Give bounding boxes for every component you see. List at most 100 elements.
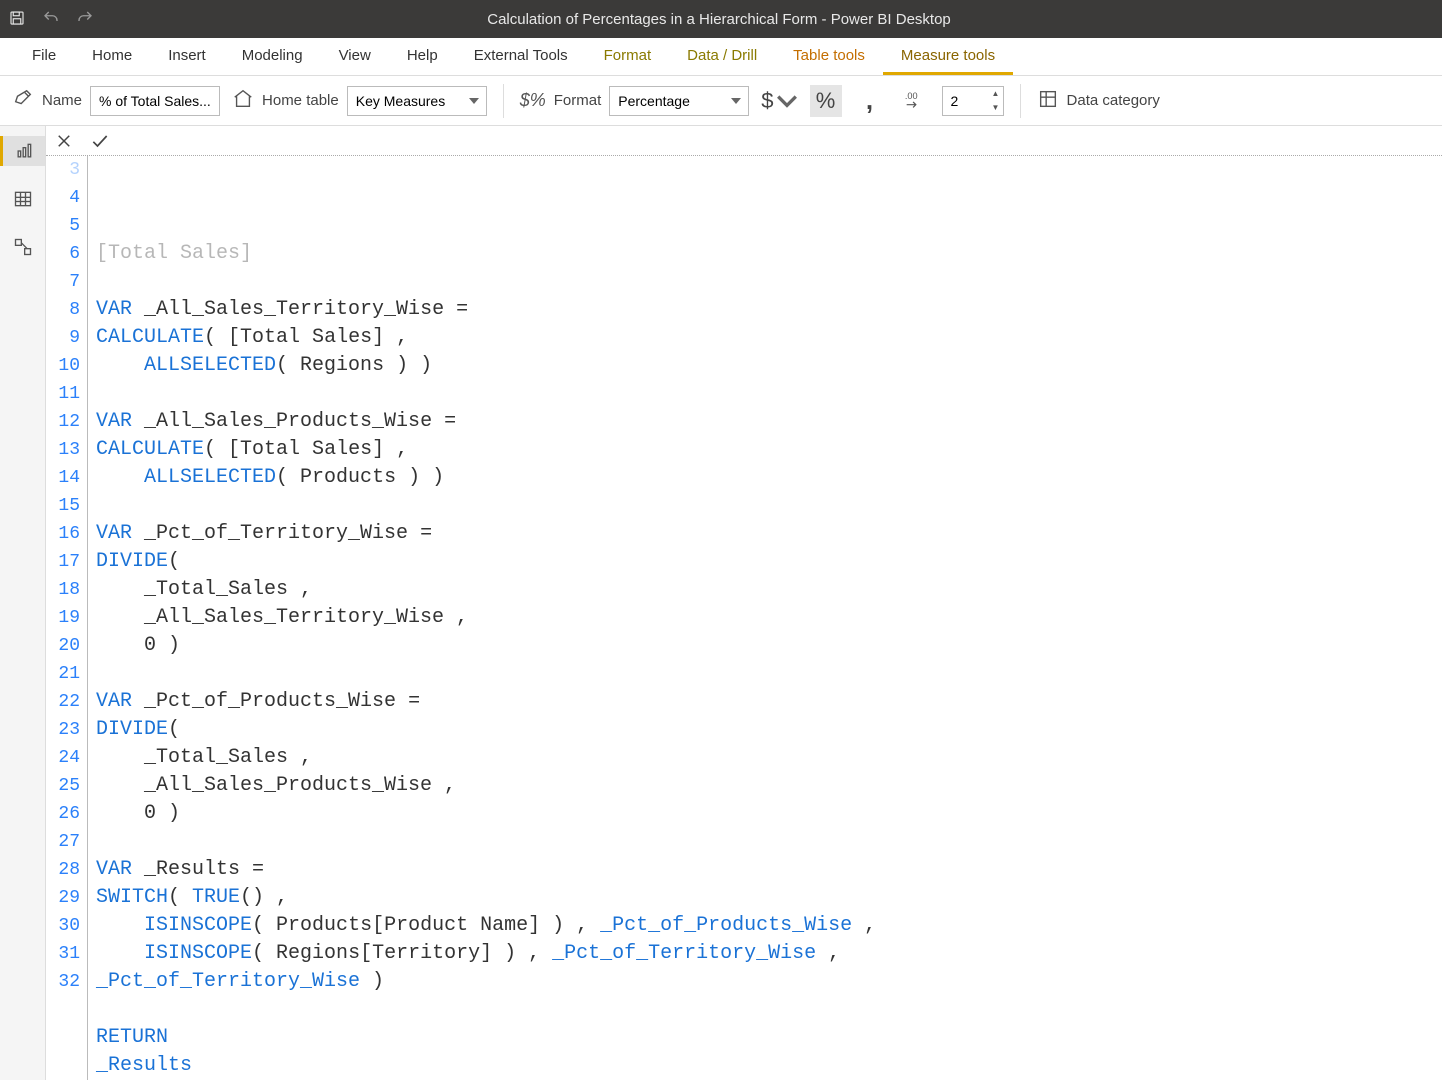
comma-button[interactable]: , — [854, 85, 886, 117]
window-title: Calculation of Percentages in a Hierarch… — [94, 11, 1344, 28]
decimals-input[interactable] — [943, 87, 989, 115]
tab-help[interactable]: Help — [389, 38, 456, 75]
tab-format[interactable]: Format — [586, 38, 670, 75]
code-line[interactable]: DIVIDE( — [96, 548, 1442, 576]
measure-name-icon — [12, 88, 34, 113]
svg-text:.00: .00 — [904, 91, 917, 101]
line-number: 16 — [46, 520, 80, 548]
report-view-icon[interactable] — [0, 136, 45, 166]
line-number: 32 — [46, 968, 80, 996]
dax-editor[interactable]: 3456789101112131415161718192021222324252… — [46, 156, 1442, 1080]
line-number: 12 — [46, 408, 80, 436]
tab-data-drill[interactable]: Data / Drill — [669, 38, 775, 75]
code-line[interactable]: _Pct_of_Territory_Wise ) — [96, 968, 1442, 996]
percent-button[interactable]: % — [810, 85, 842, 117]
ribbon-content: Name Home table Key Measures $% Format P… — [0, 76, 1442, 126]
line-number: 5 — [46, 212, 80, 240]
code-line[interactable]: RETURN — [96, 1024, 1442, 1052]
line-number: 7 — [46, 268, 80, 296]
tab-insert[interactable]: Insert — [150, 38, 224, 75]
tab-home[interactable]: Home — [74, 38, 150, 75]
tab-file[interactable]: File — [14, 38, 74, 75]
format-select[interactable]: Percentage — [609, 86, 749, 116]
code-line[interactable] — [96, 996, 1442, 1024]
tab-modeling[interactable]: Modeling — [224, 38, 321, 75]
main-area: 3456789101112131415161718192021222324252… — [0, 126, 1442, 1080]
ribbon-divider — [503, 84, 504, 118]
code-line[interactable]: CALCULATE( [Total Sales] , — [96, 324, 1442, 352]
decimals-spinner[interactable]: ▲ ▼ — [942, 86, 1004, 116]
save-icon[interactable] — [8, 9, 26, 30]
name-label: Name — [42, 92, 82, 109]
code-line[interactable]: _Total_Sales , — [96, 576, 1442, 604]
code-line[interactable]: _All_Sales_Territory_Wise , — [96, 604, 1442, 632]
tab-table-tools[interactable]: Table tools — [775, 38, 883, 75]
line-number: 18 — [46, 576, 80, 604]
data-category-group: Data category — [1037, 88, 1160, 113]
line-number: 28 — [46, 856, 80, 884]
code-line[interactable]: VAR _Results = — [96, 856, 1442, 884]
data-view-icon[interactable] — [8, 184, 38, 214]
line-number: 17 — [46, 548, 80, 576]
code-line[interactable]: VAR _All_Sales_Products_Wise = — [96, 408, 1442, 436]
decimals-up-icon[interactable]: ▲ — [989, 87, 1003, 101]
name-input[interactable] — [90, 86, 220, 116]
code-line[interactable]: VAR _Pct_of_Products_Wise = — [96, 688, 1442, 716]
decimal-icon[interactable]: .00 — [898, 85, 930, 117]
home-table-select[interactable]: Key Measures — [347, 86, 487, 116]
line-number: 13 — [46, 436, 80, 464]
code-line[interactable]: DIVIDE( — [96, 716, 1442, 744]
line-number: 20 — [46, 632, 80, 660]
tab-measure-tools[interactable]: Measure tools — [883, 38, 1013, 75]
cancel-formula-icon[interactable] — [52, 129, 76, 153]
model-view-icon[interactable] — [8, 232, 38, 262]
code-line[interactable]: _Total_Sales , — [96, 744, 1442, 772]
commit-formula-icon[interactable] — [88, 129, 112, 153]
line-number: 10 — [46, 352, 80, 380]
code-line[interactable] — [96, 268, 1442, 296]
undo-icon[interactable] — [42, 9, 60, 30]
code-line[interactable]: VAR _Pct_of_Territory_Wise = — [96, 520, 1442, 548]
line-number: 9 — [46, 324, 80, 352]
code-line[interactable]: 0 ) — [96, 632, 1442, 660]
decimals-down-icon[interactable]: ▼ — [989, 101, 1003, 115]
formula-bar-area: 3456789101112131415161718192021222324252… — [46, 126, 1442, 1080]
tab-external-tools[interactable]: External Tools — [456, 38, 586, 75]
code-line[interactable]: [Total Sales] — [96, 240, 1442, 268]
line-number: 31 — [46, 940, 80, 968]
view-rail — [0, 126, 46, 1080]
code-content[interactable]: [Total Sales] VAR _All_Sales_Territory_W… — [88, 156, 1442, 1080]
code-line[interactable] — [96, 660, 1442, 688]
line-number: 25 — [46, 772, 80, 800]
line-number: 22 — [46, 688, 80, 716]
line-number: 23 — [46, 716, 80, 744]
ribbon-tabs: File Home Insert Modeling View Help Exte… — [0, 38, 1442, 76]
code-line[interactable]: ALLSELECTED( Products ) ) — [96, 464, 1442, 492]
quick-access-toolbar — [8, 9, 94, 30]
code-line[interactable] — [96, 380, 1442, 408]
code-line[interactable]: ISINSCOPE( Products[Product Name] ) , _P… — [96, 912, 1442, 940]
line-number: 26 — [46, 800, 80, 828]
line-number: 30 — [46, 912, 80, 940]
line-number: 27 — [46, 828, 80, 856]
code-line[interactable]: SWITCH( TRUE() , — [96, 884, 1442, 912]
code-line[interactable] — [96, 492, 1442, 520]
line-number: 29 — [46, 884, 80, 912]
code-line[interactable]: _Results — [96, 1052, 1442, 1080]
tab-view[interactable]: View — [321, 38, 389, 75]
code-line[interactable]: CALCULATE( [Total Sales] , — [96, 436, 1442, 464]
line-gutter: 3456789101112131415161718192021222324252… — [46, 156, 88, 1080]
format-group: $% Format Percentage — [520, 86, 750, 116]
currency-button[interactable]: $ — [761, 85, 797, 117]
format-label: Format — [554, 92, 602, 109]
formula-header — [46, 126, 1442, 156]
code-line[interactable]: VAR _All_Sales_Territory_Wise = — [96, 296, 1442, 324]
line-number: 4 — [46, 184, 80, 212]
code-line[interactable]: ALLSELECTED( Regions ) ) — [96, 352, 1442, 380]
code-line[interactable]: _All_Sales_Products_Wise , — [96, 772, 1442, 800]
code-line[interactable] — [96, 828, 1442, 856]
code-line[interactable]: 0 ) — [96, 800, 1442, 828]
code-line[interactable]: ISINSCOPE( Regions[Territory] ) , _Pct_o… — [96, 940, 1442, 968]
data-category-icon — [1037, 88, 1059, 113]
redo-icon[interactable] — [76, 9, 94, 30]
